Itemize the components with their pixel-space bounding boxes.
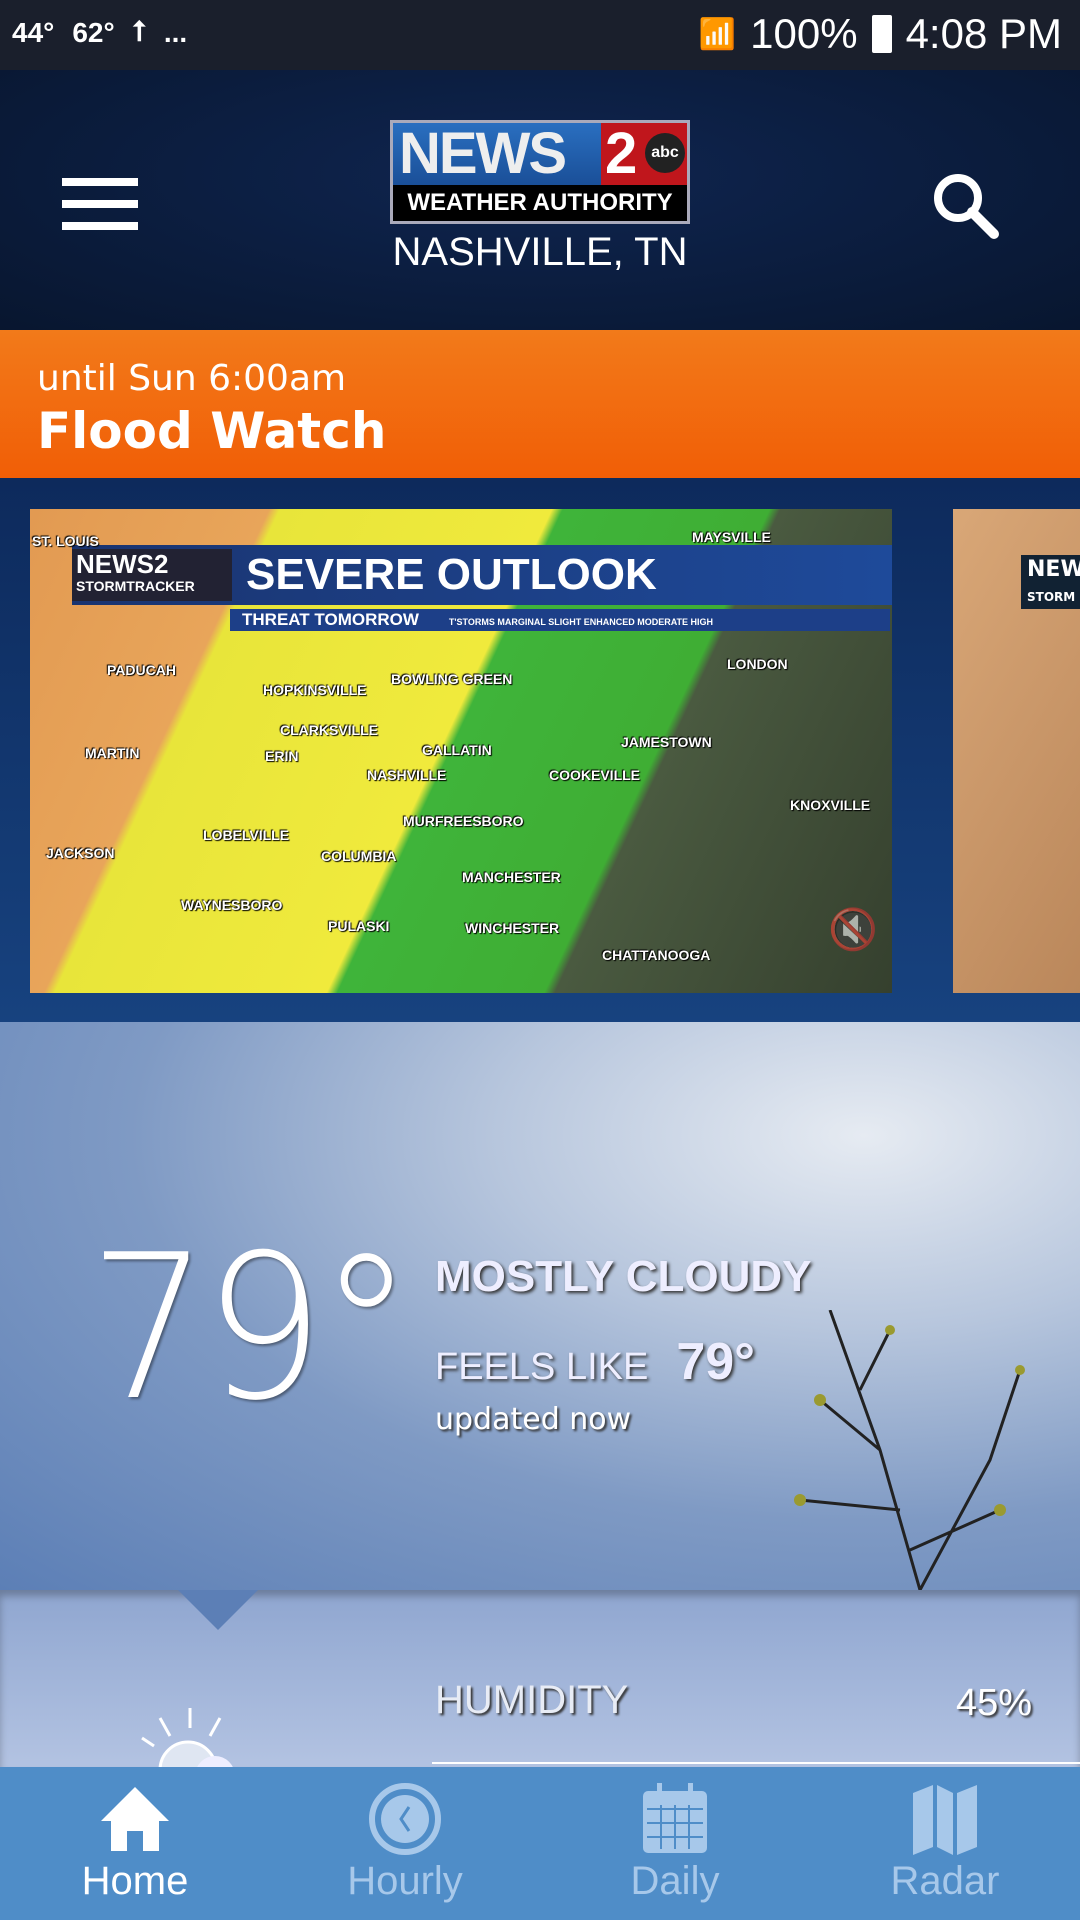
wifi-icon: 📶 bbox=[698, 17, 737, 51]
details-panel: HUMIDITY 45% bbox=[0, 1590, 1080, 1768]
logo-abc: abc bbox=[645, 133, 685, 173]
divider bbox=[432, 1762, 1080, 1764]
map-city-label: MURFREESBORO bbox=[403, 813, 524, 829]
feels-like-value: 79° bbox=[676, 1333, 755, 1391]
clock-icon bbox=[369, 1783, 441, 1855]
feels-like: FEELS LIKE 79° bbox=[435, 1332, 755, 1392]
video-title-bar: NEWS2 STORMTRACKER SEVERE OUTLOOK bbox=[72, 545, 892, 605]
alert-subtitle: until Sun 6:00am bbox=[37, 358, 347, 399]
nav-home[interactable]: Home bbox=[0, 1767, 270, 1920]
map-city-label: WINCHESTER bbox=[465, 920, 560, 936]
map-city-label: HOPKINSVILLE bbox=[263, 682, 367, 698]
nav-label: Radar bbox=[890, 1859, 1000, 1903]
status-bar: 44° 62° ⭡ ... 📶 100% 4:08 PM bbox=[0, 0, 1080, 70]
map-city-label: JACKSON bbox=[46, 845, 115, 861]
next-logo: NEWS bbox=[1027, 557, 1080, 582]
map-city-label: PADUCAH bbox=[107, 662, 176, 678]
more-notifications: ... bbox=[163, 16, 188, 48]
partly-cloudy-icon bbox=[141, 1708, 234, 1768]
threat-legend: THREAT TOMORROW T'STORMS MARGINAL SLIGHT … bbox=[230, 609, 890, 631]
clock: 4:08 PM bbox=[905, 10, 1062, 57]
location-label[interactable]: NASHVILLE, TN bbox=[0, 230, 1080, 275]
map-city-label: ERIN bbox=[265, 748, 299, 764]
map-city-label: LONDON bbox=[727, 656, 788, 672]
stormtracker-logo: NEWS2 STORMTRACKER bbox=[72, 549, 232, 601]
video-card-next[interactable]: NEWSSTORM bbox=[953, 509, 1080, 993]
bottom-nav: Home Hourly Daily Radar bbox=[0, 1767, 1080, 1920]
map-city-label: CHATTANOOGA bbox=[602, 947, 711, 963]
map-city-label: WAYNESBORO bbox=[181, 897, 283, 913]
home-icon bbox=[101, 1787, 169, 1851]
menu-button[interactable] bbox=[62, 178, 138, 230]
news2-logo: NEWS 2 abc WEATHER AUTHORITY bbox=[390, 120, 690, 224]
humidity-value: 45% bbox=[955, 1682, 1032, 1724]
nav-daily[interactable]: Daily bbox=[540, 1767, 810, 1920]
nav-label: Daily bbox=[630, 1859, 720, 1903]
current-conditions: 79° MOSTLY CLOUDY FEELS LIKE 79° updated … bbox=[0, 1022, 1080, 1590]
alert-title: Flood Watch bbox=[37, 402, 387, 460]
logo-number: 2 bbox=[605, 121, 638, 186]
upload-icon: ⭡ bbox=[132, 16, 146, 47]
condition-label: MOSTLY CLOUDY bbox=[435, 1252, 812, 1301]
humidity-label: HUMIDITY bbox=[435, 1678, 629, 1722]
flood-watch-alert[interactable]: until Sun 6:00am Flood Watch bbox=[0, 330, 1080, 478]
map-city-label: LOBELVILLE bbox=[203, 827, 290, 843]
map-city-label: KNOXVILLE bbox=[790, 797, 871, 813]
video-carousel[interactable]: NEWS2 STORMTRACKER SEVERE OUTLOOK THREAT … bbox=[0, 478, 1080, 1022]
map-city-label: GALLATIN bbox=[422, 742, 492, 758]
nav-label: Home bbox=[81, 1859, 189, 1903]
map-city-label: MANCHESTER bbox=[462, 869, 561, 885]
nav-hourly[interactable]: Hourly bbox=[270, 1767, 540, 1920]
map-city-label: MAYSVILLE bbox=[692, 529, 771, 545]
mute-icon[interactable]: 🔇 bbox=[828, 906, 878, 953]
map-city-label: PULASKI bbox=[328, 918, 390, 934]
map-city-label: MARTIN bbox=[85, 745, 140, 761]
logo-news: NEWS bbox=[393, 123, 601, 185]
logo-tagline: WEATHER AUTHORITY bbox=[393, 185, 687, 221]
map-city-label: COLUMBIA bbox=[321, 848, 397, 864]
map-city-label: ST. LOUIS bbox=[32, 533, 99, 549]
map-city-label: JAMESTOWN bbox=[621, 734, 712, 750]
tree-branch-image bbox=[794, 1310, 1025, 1590]
battery-percent: 100% bbox=[750, 10, 858, 57]
calendar-icon bbox=[643, 1783, 707, 1853]
map-city-label: BOWLING GREEN bbox=[391, 671, 513, 687]
current-temperature: 79° bbox=[88, 1212, 413, 1445]
battery-icon bbox=[871, 15, 892, 53]
video-card-severe-outlook[interactable]: NEWS2 STORMTRACKER SEVERE OUTLOOK THREAT … bbox=[30, 509, 892, 993]
map-icon bbox=[913, 1785, 977, 1855]
weather-high: 62° bbox=[72, 16, 115, 48]
pointer-notch bbox=[178, 1590, 258, 1630]
app-header: NEWS 2 abc WEATHER AUTHORITY NASHVILLE, TN bbox=[0, 70, 1080, 330]
weather-low: 44° bbox=[12, 16, 55, 48]
map-city-label: NASHVILLE bbox=[367, 767, 447, 783]
map-city-label: COOKEVILLE bbox=[549, 767, 641, 783]
search-icon[interactable] bbox=[928, 168, 1004, 244]
map-city-label: CLARKSVILLE bbox=[280, 722, 378, 738]
updated-label: updated now bbox=[435, 1402, 632, 1437]
video-title: SEVERE OUTLOOK bbox=[246, 550, 657, 599]
feels-like-label: FEELS LIKE bbox=[435, 1346, 649, 1388]
nav-radar[interactable]: Radar bbox=[810, 1767, 1080, 1920]
nav-label: Hourly bbox=[347, 1859, 463, 1903]
